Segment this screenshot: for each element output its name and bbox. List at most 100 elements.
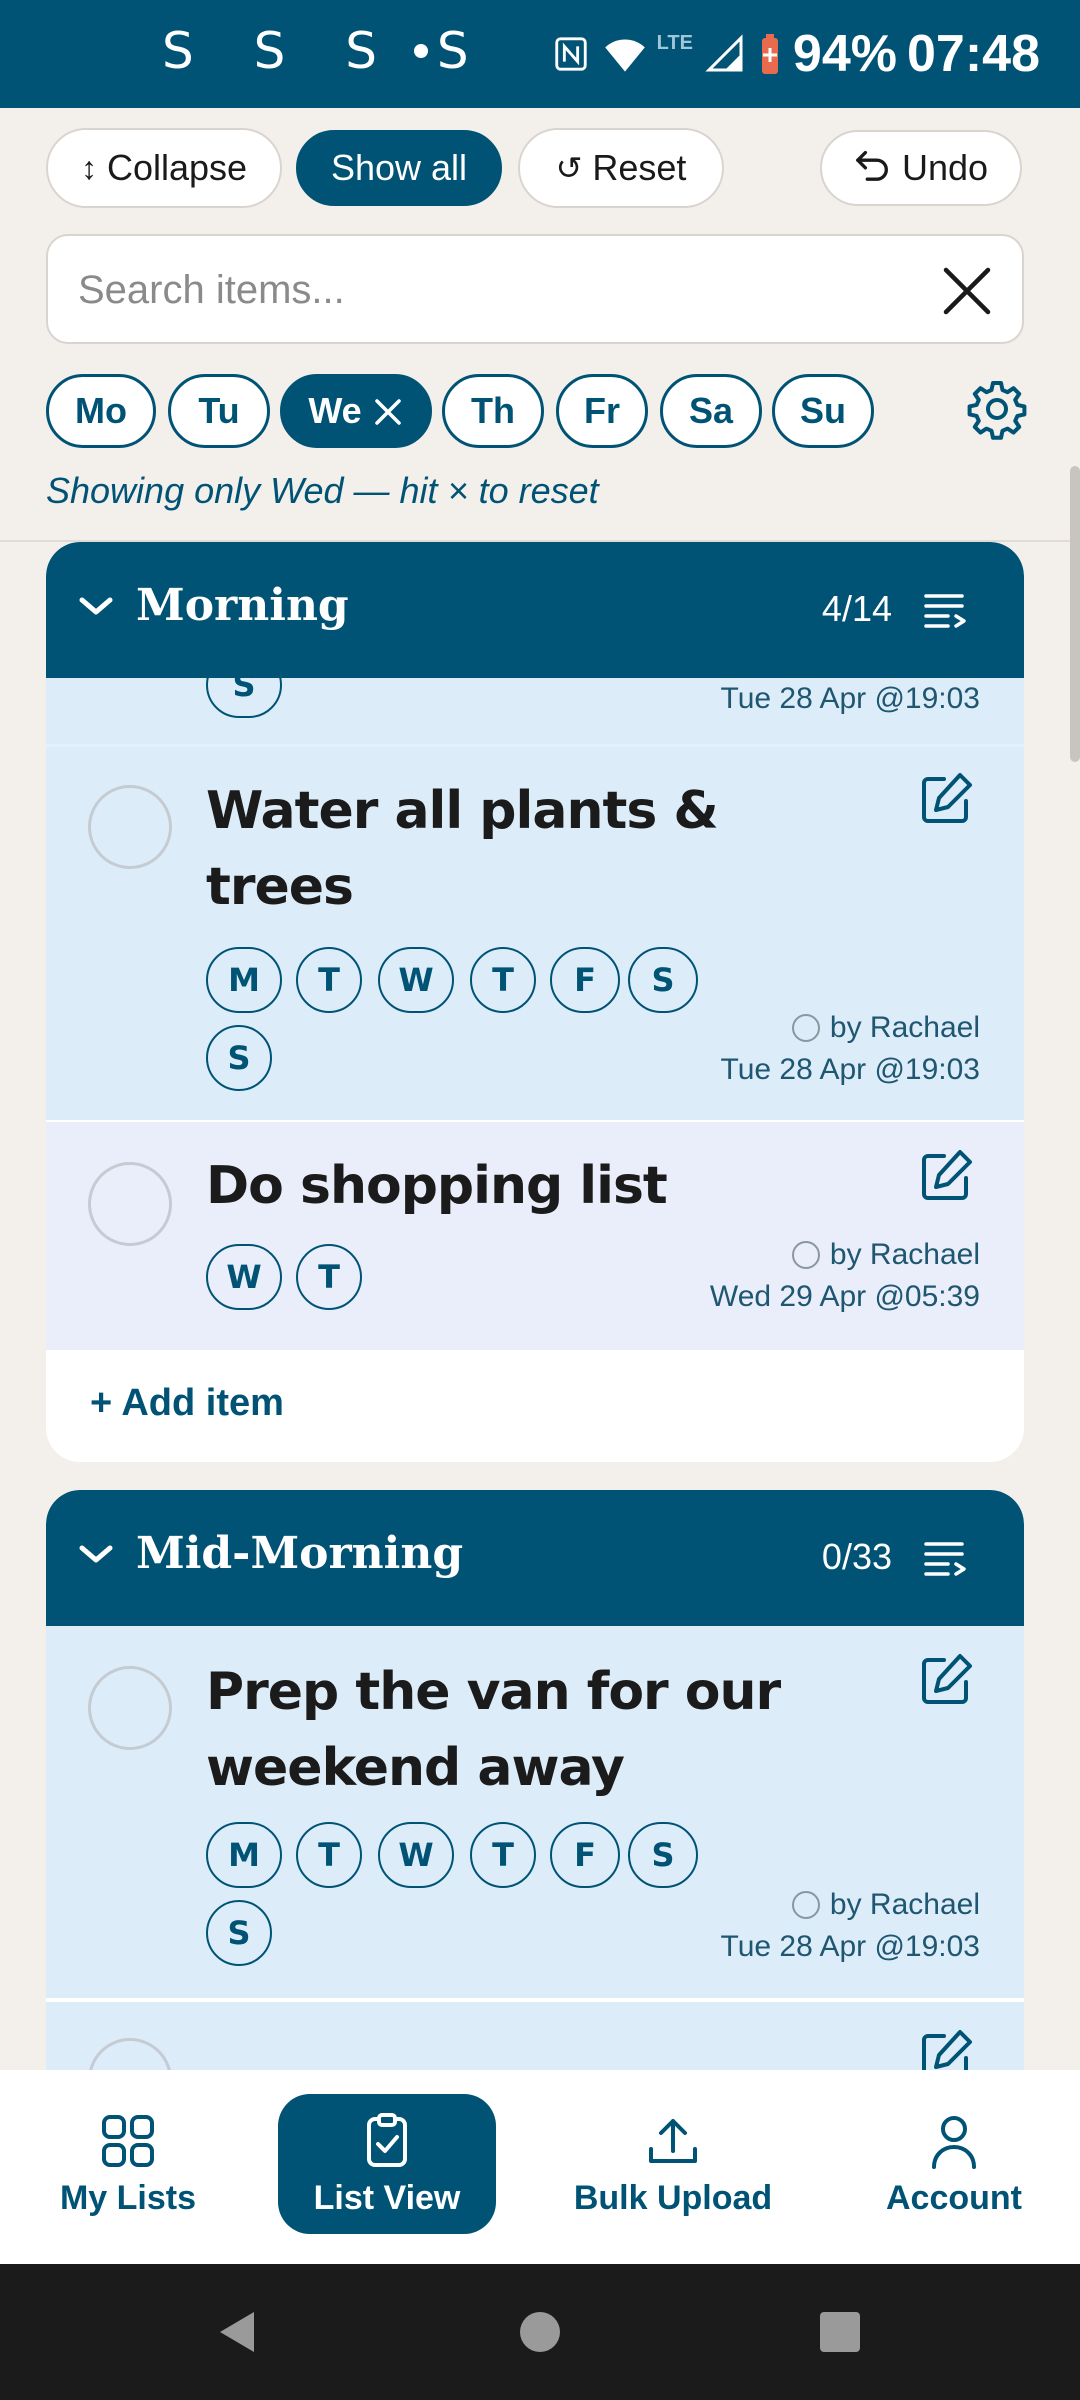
item-date: Wed 29 Apr @05:39 (709, 1280, 980, 1313)
item-title: Do shopping list (206, 1156, 668, 1216)
day-chip: S (206, 1900, 272, 1966)
day-chip-fr[interactable]: Fr (556, 374, 648, 448)
section-title: Mid-Morning (136, 1528, 464, 1579)
assignee-icon (791, 1014, 820, 1042)
section-mid-morning: Mid-Morning 0/33 Prep the van for our we… (46, 1490, 1024, 2130)
day-chip: S (206, 1025, 272, 1091)
item-title: Water all plants & trees (206, 781, 719, 917)
back-icon[interactable] (214, 2308, 262, 2356)
item-meta: by Rachael Tue 28 Apr @19:03 (720, 1007, 980, 1091)
sort-icon[interactable] (924, 1538, 968, 1578)
item-title: Prep the van for our weekend away (206, 1662, 781, 1798)
assignee-icon (791, 1241, 820, 1269)
day-chip: S (628, 947, 698, 1013)
nfc-icon (549, 32, 593, 76)
reset-button[interactable]: ↺ Reset (518, 128, 724, 208)
section-morning: S Tue 28 Apr @19:03 Water all plants & t… (46, 542, 1024, 1462)
person-icon (932, 2115, 976, 2169)
edit-icon[interactable] (918, 1652, 974, 1708)
list-item[interactable]: Water all plants & trees M T W T F S S b… (46, 744, 1024, 1120)
nav-label: Account (886, 2178, 1022, 2217)
assignee-icon (791, 1891, 820, 1919)
complete-checkbox[interactable] (88, 785, 172, 869)
day-chip: T (296, 1822, 362, 1888)
day-chip: T (470, 947, 536, 1013)
sort-icon[interactable] (924, 590, 968, 630)
section-count: 4/14 (821, 588, 892, 629)
day-chip-th[interactable]: Th (442, 374, 544, 448)
add-item-button[interactable]: + Add item (90, 1382, 284, 1425)
day-chip: W (378, 947, 454, 1013)
collapse-label: Collapse (106, 147, 248, 188)
section-title: Morning (136, 580, 349, 631)
filter-hint: Showing only Wed — hit × to reset (46, 470, 599, 511)
reset-icon: ↺ (555, 150, 583, 186)
clear-search-icon[interactable] (940, 264, 994, 318)
day-chip: F (550, 947, 620, 1013)
list-item[interactable]: Do shopping list W T by Rachael Wed 29 A… (46, 1122, 1024, 1350)
search-input[interactable] (78, 258, 898, 322)
day-chip: T (296, 947, 362, 1013)
day-label: Fr (584, 390, 620, 431)
chevron-down-icon[interactable] (76, 586, 116, 626)
day-chip-sa[interactable]: Sa (660, 374, 762, 448)
item-author: by Rachael (829, 1238, 980, 1271)
undo-icon (854, 145, 892, 191)
day-chip: W (378, 1822, 454, 1888)
nav-label: List View (313, 2178, 461, 2217)
item-meta: by Rachael Wed 29 Apr @05:39 (710, 1234, 980, 1318)
status-bar: S S S S LTE 94% 07:48 (0, 0, 1080, 108)
day-chip: M (206, 1822, 282, 1888)
battery-saver-icon (757, 32, 783, 76)
nav-bulk-upload[interactable]: Bulk Upload (568, 2094, 778, 2234)
gear-icon[interactable] (966, 378, 1028, 440)
section-header[interactable]: Mid-Morning 0/33 (46, 1490, 1024, 1626)
show-all-button[interactable]: Show all (296, 130, 502, 206)
day-chip: F (550, 1822, 620, 1888)
complete-checkbox[interactable] (88, 1666, 172, 1750)
nav-list-view[interactable]: List View (278, 2094, 496, 2234)
battery-level: 94% (792, 25, 897, 83)
day-chip-tu[interactable]: Tu (168, 374, 270, 448)
chevron-down-icon[interactable] (76, 1534, 116, 1574)
item-meta: by Rachael Tue 28 Apr @19:03 (720, 1884, 980, 1968)
item-author: by Rachael (829, 1888, 980, 1921)
undo-button[interactable]: Undo (820, 130, 1022, 206)
day-label: We (308, 390, 362, 431)
grid-icon (102, 2114, 154, 2167)
nav-my-lists[interactable]: My Lists (40, 2094, 216, 2234)
day-chip-we[interactable]: We (280, 374, 432, 448)
edit-icon[interactable] (918, 1148, 974, 1204)
complete-checkbox[interactable] (88, 1162, 172, 1246)
day-label: Sa (688, 390, 734, 431)
day-label: Tu (198, 390, 240, 431)
recents-icon[interactable] (816, 2308, 864, 2356)
edit-icon[interactable] (918, 771, 974, 827)
show-all-label: Show all (330, 147, 468, 188)
remove-filter-icon[interactable] (372, 395, 404, 427)
scrollbar[interactable] (1070, 466, 1080, 762)
day-chip-mo[interactable]: Mo (46, 374, 156, 448)
wifi-icon (603, 32, 647, 76)
day-label: Su (799, 390, 846, 431)
signal-icon (703, 32, 747, 76)
notification-icons: S S S S (162, 22, 491, 80)
upload-icon (649, 2118, 697, 2163)
day-chip: W (206, 1244, 282, 1310)
day-chip-su[interactable]: Su (772, 374, 874, 448)
day-chip: S (628, 1822, 698, 1888)
undo-label: Undo (901, 147, 989, 188)
collapse-button[interactable]: ↕ Collapse (46, 128, 282, 208)
nav-label: My Lists (59, 2178, 197, 2217)
section-count: 0/33 (821, 1536, 892, 1577)
more-notifications-dot (414, 44, 428, 58)
item-date: Tue 28 Apr @19:03 (720, 1930, 980, 1963)
clock: 07:48 (907, 25, 1040, 83)
home-icon[interactable] (516, 2308, 564, 2356)
section-header[interactable]: Morning 4/14 (46, 542, 1024, 678)
system-navigation-bar (0, 2264, 1080, 2400)
day-chip: T (296, 1244, 362, 1310)
nav-account[interactable]: Account (878, 2094, 1030, 2234)
reset-label: Reset (592, 147, 687, 188)
list-item[interactable]: Prep the van for our weekend away M T W … (46, 1626, 1024, 1998)
